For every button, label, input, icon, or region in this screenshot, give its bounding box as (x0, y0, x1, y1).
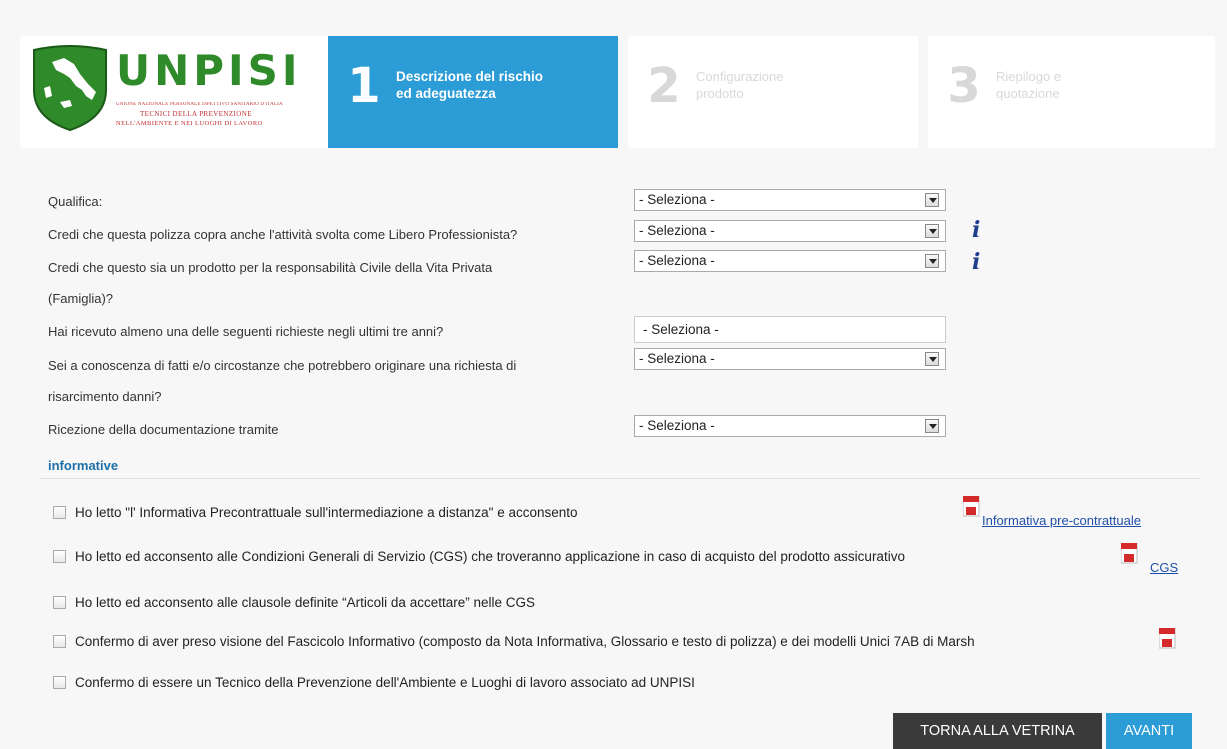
checkbox-label: Ho letto "l' Informativa Precontrattuale… (75, 505, 578, 520)
select-value: - Seleziona - (639, 351, 715, 366)
shield-icon (33, 45, 107, 132)
step-label: Configurazione prodotto (696, 69, 784, 101)
logo-tagline: NELL'AMBIENTE E NEI LUOGHI DI LAVORO (116, 120, 263, 127)
informativa-pre-contrattuale-link[interactable]: Informativa pre-contrattuale (982, 513, 1141, 528)
select-value: - Seleziona - (639, 192, 715, 207)
qualifica-label: Qualifica: (48, 194, 103, 209)
select-value: - Seleziona - (639, 418, 715, 433)
checkbox-row[interactable]: Ho letto ed acconsento alle Condizioni G… (53, 549, 905, 564)
checkbox[interactable] (53, 596, 66, 609)
select-value: - Seleziona - (639, 223, 715, 238)
vita-privata-label: Credi che questo sia un prodotto per la … (48, 260, 493, 275)
unpisi-logo: UNPISI UNIONE NAZIONALE PERSONALE ISPETT… (20, 36, 328, 148)
select-value: - Seleziona - (639, 253, 715, 268)
ricezione-select[interactable]: - Seleziona - (634, 415, 946, 437)
vita-privata-label-cont: (Famiglia)? (48, 291, 114, 306)
checkbox-row[interactable]: Confermo di aver preso visione del Fasci… (53, 634, 975, 649)
chevron-down-icon[interactable] (925, 193, 939, 207)
qualifica-select[interactable]: - Seleziona - (634, 189, 946, 211)
logo-tagline: UNIONE NAZIONALE PERSONALE ISPETTIVO SAN… (116, 102, 283, 107)
step-label: Descrizione del rischio ed adeguatezza (396, 69, 544, 101)
logo-tagline: TECNICI DELLA PREVENZIONE (140, 110, 252, 118)
info-icon[interactable]: i (972, 251, 980, 273)
checkbox-row[interactable]: Ho letto "l' Informativa Precontrattuale… (53, 505, 578, 520)
checkbox-label: Ho letto ed acconsento alle Condizioni G… (75, 549, 905, 564)
section-title-informative: informative (48, 458, 119, 473)
chevron-down-icon[interactable] (925, 419, 939, 433)
step-number: 2 (647, 58, 681, 114)
checkbox[interactable] (53, 506, 66, 519)
avanti-button[interactable]: AVANTI (1106, 713, 1192, 749)
step-3: 3 Riepilogo e quotazione (928, 36, 1215, 148)
cgs-link[interactable]: CGS (1150, 560, 1178, 575)
ricezione-label: Ricezione della documentazione tramite (48, 422, 279, 437)
pdf-icon[interactable] (1159, 628, 1177, 650)
checkbox[interactable] (53, 550, 66, 563)
select-value: - Seleziona - (643, 322, 719, 337)
chevron-down-icon[interactable] (925, 352, 939, 366)
step-2: 2 Configurazione prodotto (628, 36, 918, 148)
vita-privata-select[interactable]: - Seleziona - (634, 250, 946, 272)
step-1-active: 1 Descrizione del rischio ed adeguatezza (328, 36, 618, 148)
checkbox-label: Confermo di aver preso visione del Fasci… (75, 634, 975, 649)
circostanze-select[interactable]: - Seleziona - (634, 348, 946, 370)
step-label: Riepilogo e quotazione (996, 69, 1062, 101)
step-number: 3 (947, 58, 981, 114)
circostanze-label: Sei a conoscenza di fatti e/o circostanz… (48, 358, 517, 373)
libero-professionista-label: Credi che questa polizza copra anche l'a… (48, 227, 518, 242)
pdf-icon[interactable] (1121, 543, 1139, 565)
wizard-header: UNPISI UNIONE NAZIONALE PERSONALE ISPETT… (20, 36, 1215, 148)
richieste-select[interactable]: - Seleziona - (634, 316, 946, 343)
libero-professionista-select[interactable]: - Seleziona - (634, 220, 946, 242)
checkbox-label: Ho letto ed acconsento alle clausole def… (75, 595, 535, 610)
chevron-down-icon[interactable] (925, 224, 939, 238)
chevron-down-icon[interactable] (925, 254, 939, 268)
logo-title: UNPISI (116, 46, 302, 95)
pdf-icon[interactable] (963, 496, 981, 518)
checkbox-row[interactable]: Ho letto ed acconsento alle clausole def… (53, 595, 535, 610)
circostanze-label-cont: risarcimento danni? (48, 389, 162, 404)
checkbox-row[interactable]: Confermo di essere un Tecnico della Prev… (53, 675, 695, 690)
richieste-label: Hai ricevuto almeno una delle seguenti r… (48, 324, 444, 339)
checkbox-label: Confermo di essere un Tecnico della Prev… (75, 675, 695, 690)
step-number: 1 (347, 58, 381, 114)
checkbox[interactable] (53, 676, 66, 689)
torna-alla-vetrina-button[interactable]: TORNA ALLA VETRINA (893, 713, 1102, 749)
divider (40, 478, 1200, 479)
checkbox[interactable] (53, 635, 66, 648)
info-icon[interactable]: i (972, 219, 980, 241)
